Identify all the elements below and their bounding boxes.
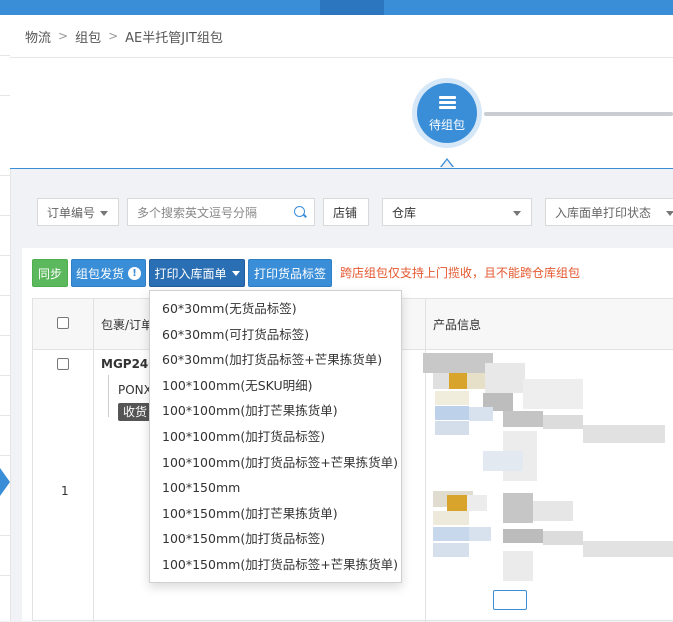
ship-button[interactable]: 组包发货 ! xyxy=(71,259,146,287)
store-label: 店铺 xyxy=(333,205,358,220)
column-divider xyxy=(93,299,94,622)
filter-bar: 订单编号 多个搜索英文逗号分隔 店铺 仓库 入库面单打印状态 xyxy=(10,168,673,248)
step-progress: 待组包 xyxy=(10,58,673,169)
dropdown-item[interactable]: 100*150mm(加打货品标签) xyxy=(150,526,401,552)
dropdown-item[interactable]: 60*30mm(可打货品标签) xyxy=(150,322,401,348)
print-inbound-label: 打印入库面单 xyxy=(154,266,227,281)
breadcrumb: 物流 > 组包 > AE半托管JIT组包 xyxy=(10,15,673,58)
caret-down-icon xyxy=(666,211,673,216)
caret-down-icon xyxy=(100,211,108,216)
top-app-bar-active-segment[interactable] xyxy=(320,0,384,15)
warehouse-select[interactable]: 仓库 xyxy=(382,198,532,226)
ship-label: 组包发货 xyxy=(75,266,124,281)
store-button[interactable]: 店铺 xyxy=(323,198,369,226)
package-list-icon xyxy=(439,96,456,110)
print-inbound-dropdown-menu: 60*30mm(无货品标签) 60*30mm(可打货品标签) 60*30mm(加… xyxy=(149,290,402,583)
print-status-label: 入库面单打印状态 xyxy=(555,205,652,220)
row-index: 1 xyxy=(61,484,69,498)
header-package-order: 包裹/订单 xyxy=(101,318,154,332)
status-badge: 收货 xyxy=(118,403,153,421)
dropdown-item[interactable]: 100*100mm(加打芒果拣货单) xyxy=(150,398,401,424)
sync-label: 同步 xyxy=(37,266,62,281)
step-pointer xyxy=(440,158,454,168)
sidebar-expand-handle[interactable] xyxy=(0,468,10,496)
dropdown-item[interactable]: 100*100mm(无SKU明细) xyxy=(150,373,401,399)
step-connector xyxy=(484,112,673,116)
print-goods-label: 打印货品标签 xyxy=(253,266,326,281)
select-all-checkbox[interactable] xyxy=(57,317,69,329)
warning-icon: ! xyxy=(128,266,141,280)
notice-text: 跨店组包仅支持上门揽收，且不能跨仓库组包 xyxy=(340,266,581,280)
dropdown-item[interactable]: 60*30mm(无货品标签) xyxy=(150,296,401,322)
top-app-bar xyxy=(0,0,673,15)
order-field-select[interactable]: 订单编号 xyxy=(37,198,119,226)
sync-button[interactable]: 同步 xyxy=(32,259,68,287)
search-icon[interactable] xyxy=(294,206,305,217)
dropdown-item[interactable]: 60*30mm(加打货品标签+芒果拣货单) xyxy=(150,347,401,373)
row-checkbox[interactable] xyxy=(57,358,69,370)
print-inbound-button[interactable]: 打印入库面单 xyxy=(149,259,245,287)
breadcrumb-item-current: AE半托管JIT组包 xyxy=(125,30,223,46)
order-field-label: 订单编号 xyxy=(47,205,96,220)
search-placeholder: 多个搜索英文逗号分隔 xyxy=(137,205,258,220)
warehouse-label: 仓库 xyxy=(392,205,417,220)
tree-connector xyxy=(108,375,109,417)
step-current-label: 待组包 xyxy=(428,118,465,132)
caret-down-icon xyxy=(513,211,521,216)
dropdown-item[interactable]: 100*100mm(加打货品标签+芒果拣货单) xyxy=(150,450,401,476)
order-sub-id[interactable]: PONX xyxy=(118,383,152,397)
print-status-select[interactable]: 入库面单打印状态 xyxy=(545,198,673,226)
print-goods-button[interactable]: 打印货品标签 xyxy=(248,259,332,287)
search-input[interactable]: 多个搜索英文逗号分隔 xyxy=(127,198,315,226)
dropdown-item[interactable]: 100*150mm xyxy=(150,475,401,501)
dropdown-item[interactable]: 100*150mm(加打货品标签+芒果拣货单) xyxy=(150,552,401,578)
breadcrumb-item-package[interactable]: 组包 xyxy=(75,27,101,46)
caret-down-icon xyxy=(231,270,240,276)
chevron-right-icon: > xyxy=(108,29,119,43)
dropdown-item[interactable]: 100*100mm(加打货品标签) xyxy=(150,424,401,450)
breadcrumb-item-logistics[interactable]: 物流 xyxy=(25,27,51,46)
step-current[interactable]: 待组包 xyxy=(417,83,477,143)
header-product-info: 产品信息 xyxy=(433,318,482,332)
dropdown-item[interactable]: 100*150mm(加打芒果拣货单) xyxy=(150,501,401,527)
product-action-button[interactable] xyxy=(493,590,527,610)
chevron-right-icon: > xyxy=(58,29,69,43)
product-image-blurred xyxy=(423,351,673,601)
